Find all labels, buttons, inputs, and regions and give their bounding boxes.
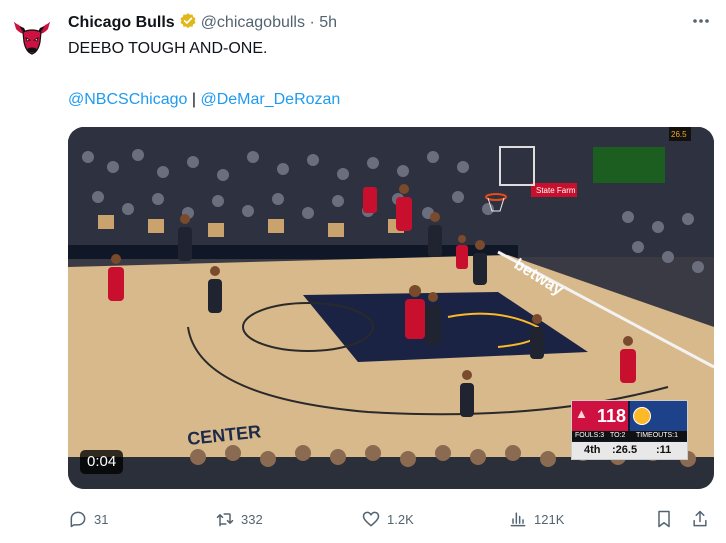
game-clock: :26.5: [612, 444, 638, 456]
more-button[interactable]: [690, 10, 712, 32]
retweet-button[interactable]: 332: [215, 505, 263, 533]
tweet-mentions: @NBCSChicago | @DeMar_DeRozan: [68, 90, 340, 110]
scorebug: ▲ 118 119 FOULS:3 TO:2 TIMEOUTS:1 4th :2…: [571, 400, 726, 460]
action-bar: 31 332 1.2K 121K: [0, 505, 726, 533]
mention-link-demar[interactable]: @DeMar_DeRozan: [200, 91, 340, 108]
timeouts-label: TIMEOUTS:1: [636, 432, 679, 439]
home-team-panel: ▲ 118: [572, 401, 628, 431]
away-score: 119: [713, 406, 726, 426]
tweet-time[interactable]: 5h: [319, 14, 337, 31]
reply-count: 31: [94, 511, 109, 527]
author-handle[interactable]: @chicagobulls: [201, 14, 305, 31]
home-score: 118: [597, 406, 627, 426]
tweet-header: Chicago Bulls @chicagobulls · 5h: [68, 12, 337, 33]
bulls-logo-icon: ▲: [575, 406, 588, 421]
mention-link-nbcschicago[interactable]: @NBCSChicago: [68, 91, 187, 108]
scorebug-scores: ▲ 118 119: [572, 401, 726, 431]
video-duration-badge: 0:04: [80, 450, 124, 474]
bull-logo-icon: [14, 22, 50, 55]
like-icon: [362, 511, 380, 527]
arena-shot-clock: 26.5: [671, 130, 687, 139]
author-name[interactable]: Chicago Bulls: [68, 14, 175, 31]
period: 4th: [584, 444, 601, 456]
scorebug-clock: 4th :26.5 :11: [572, 442, 687, 459]
verified-badge-icon[interactable]: [179, 12, 197, 30]
scorebug-stats: FOULS:3 TO:2 TIMEOUTS:1: [572, 431, 687, 441]
time-separator: ·: [309, 14, 315, 31]
reply-icon: [70, 511, 86, 528]
more-icon: [693, 19, 709, 23]
views-count: 121K: [534, 511, 565, 527]
share-icon: [693, 510, 707, 527]
like-button[interactable]: 1.2K: [361, 505, 414, 533]
tweet-text: DEEBO TOUGH AND-ONE.: [68, 40, 268, 57]
mention-separator: |: [191, 91, 197, 108]
warriors-logo-icon: [633, 407, 651, 425]
to-label: TO:2: [610, 432, 626, 439]
share-button[interactable]: [690, 505, 716, 533]
bookmark-icon: [658, 510, 670, 528]
reply-button[interactable]: 31: [68, 505, 108, 533]
retweet-icon: [216, 513, 234, 527]
retweet-count: 332: [241, 511, 263, 527]
arena-sign-statefarm: State Farm: [536, 186, 576, 195]
views-button[interactable]: 121K: [508, 505, 564, 533]
bookmark-button[interactable]: [654, 505, 680, 533]
fouls-label: FOULS:3: [575, 432, 605, 439]
avatar[interactable]: [10, 12, 54, 56]
shot-clock: :11: [656, 444, 672, 456]
like-count: 1.2K: [387, 511, 414, 527]
views-icon: [510, 512, 526, 527]
